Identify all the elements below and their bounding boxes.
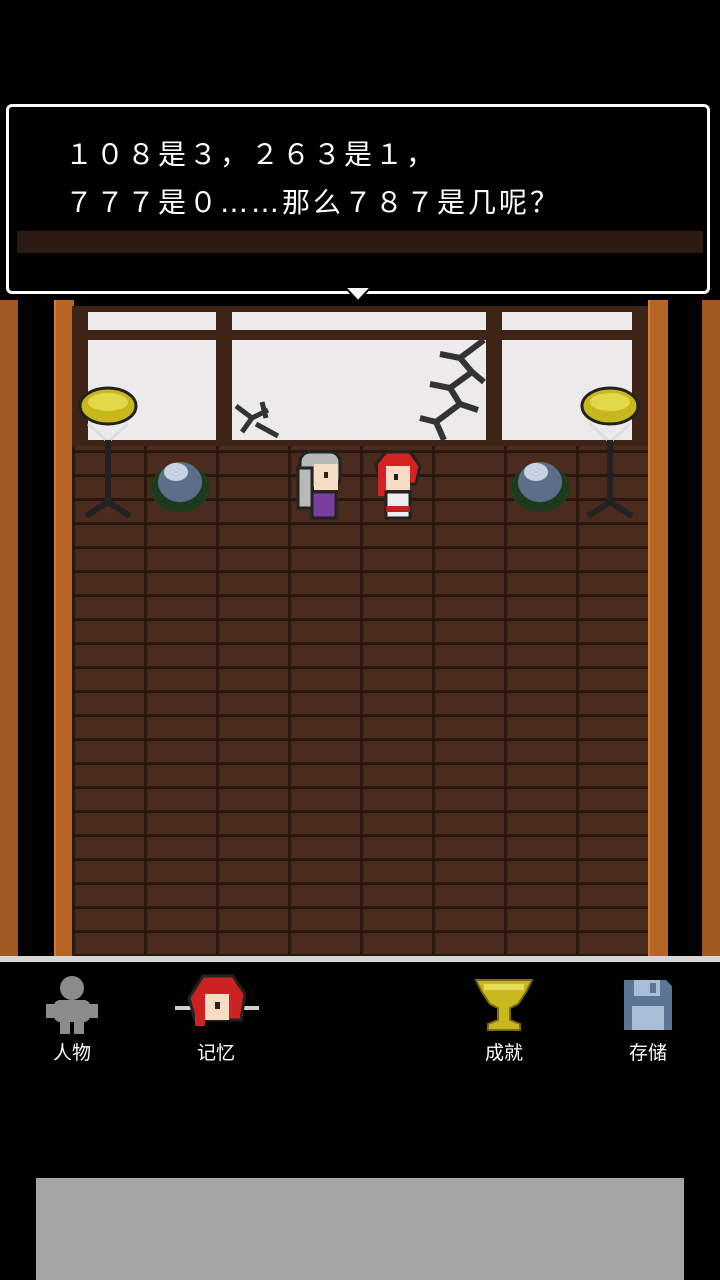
left-bush-icon[interactable] bbox=[148, 452, 212, 514]
right-lamp-icon[interactable] bbox=[580, 384, 640, 524]
ink-branch-right bbox=[419, 337, 486, 442]
left-lamp-icon[interactable] bbox=[78, 384, 138, 524]
red-haired-character-portrait-icon bbox=[175, 974, 259, 1026]
dialogue-line-1: １０８是３，２６３是１， bbox=[65, 138, 438, 171]
red-haired-character[interactable] bbox=[370, 448, 422, 524]
save-label: 存储 bbox=[628, 1042, 667, 1064]
achievements-button[interactable]: 成就 bbox=[449, 970, 559, 1070]
dialogue-line-2: ７７７是０……那么７８７是几呢？ bbox=[65, 186, 562, 219]
shoji-window bbox=[72, 306, 648, 446]
memory-button[interactable]: 记忆 bbox=[161, 970, 271, 1070]
continue-arrow-icon[interactable] bbox=[343, 283, 373, 305]
left-outer-pillar bbox=[0, 300, 18, 956]
menu-divider bbox=[0, 956, 720, 962]
gray-haired-character[interactable] bbox=[294, 448, 346, 524]
person-silhouette-icon bbox=[46, 976, 98, 1034]
left-inner-pillar bbox=[54, 300, 74, 956]
right-outer-pillar bbox=[702, 300, 720, 956]
dialogue-box-bar bbox=[17, 231, 703, 253]
characters-button[interactable]: 人物 bbox=[17, 970, 127, 1070]
save-button[interactable]: 存储 bbox=[593, 970, 703, 1070]
right-inner-pillar bbox=[648, 300, 668, 956]
trophy-icon bbox=[474, 979, 534, 1031]
ad-banner[interactable] bbox=[36, 1178, 684, 1280]
characters-label: 人物 bbox=[52, 1042, 91, 1064]
right-bush-icon[interactable] bbox=[508, 452, 572, 514]
dialogue-box[interactable]: １０８是３，２６３是１， ７７７是０……那么７８７是几呢？ bbox=[6, 104, 710, 294]
ink-branch-left bbox=[234, 401, 280, 439]
floppy-disk-icon bbox=[624, 980, 672, 1030]
memory-label: 记忆 bbox=[196, 1042, 235, 1064]
achievements-label: 成就 bbox=[484, 1042, 523, 1064]
